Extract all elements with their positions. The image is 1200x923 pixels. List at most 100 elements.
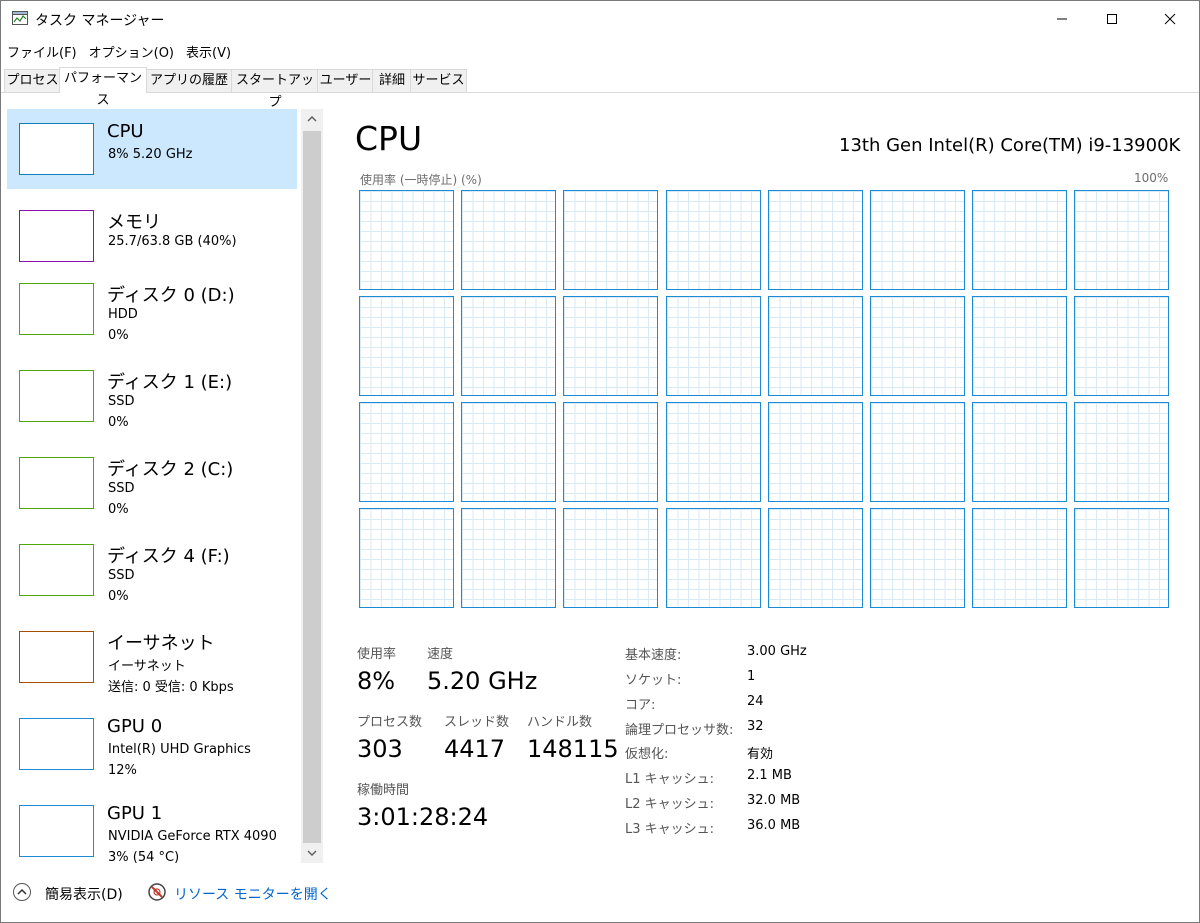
sidebar-item-detail: SSD [108,394,135,409]
minimize-button[interactable] [1039,1,1085,37]
maximize-icon [1107,14,1117,24]
sidebar-item-ethernet[interactable]: イーサネット イーサネット 送信: 0 受信: 0 Kbps [7,617,297,697]
sidebar-item-title: ディスク 4 (F:) [107,546,230,567]
sidebar-item-gpu-1[interactable]: GPU 1 NVIDIA GeForce RTX 4090 3% (54 °C) [7,791,297,871]
logical-processor-graphs[interactable] [359,190,1170,608]
info-key: 仮想化: [625,747,669,762]
logical-processor-graph [665,508,761,608]
sidebar-item-detail: NVIDIA GeForce RTX 4090 [108,829,277,844]
logical-processor-graph [767,190,863,290]
processes-value: 303 [357,735,403,763]
logical-processor-graph [972,402,1068,502]
menu-options[interactable]: オプション(O) [83,39,180,61]
graph-label: 使用率 (一時停止) (%) [360,173,482,187]
disk-thumbnail-graph [19,544,94,596]
sidebar-scrollbar[interactable] [301,109,323,863]
fewer-details-icon[interactable] [12,882,32,902]
window-title: タスク マネージャー [35,13,165,29]
sidebar-item-gpu-0[interactable]: GPU 0 Intel(R) UHD Graphics 12% [7,704,297,784]
disk-thumbnail-graph [19,370,94,422]
sidebar-item-detail: SSD [108,568,135,583]
tab-users[interactable]: ユーザー [317,69,374,92]
logical-processor-graph [1074,296,1170,396]
cpu-thumbnail-graph [19,123,94,175]
sidebar-item-usage: 0% [108,502,129,517]
logical-processor-graph [359,190,454,290]
logical-processor-graph [359,296,454,396]
resource-monitor-icon [148,883,166,901]
info-value: 32.0 MB [747,793,801,808]
sidebar-item-title: CPU [107,121,144,142]
gpu-thumbnail-graph [19,718,94,770]
logical-processor-graph [665,190,761,290]
logical-processor-graph [665,296,761,396]
logical-processor-graph [870,402,965,502]
logical-processor-graph [563,508,659,608]
menu-file[interactable]: ファイル(F) [1,39,83,61]
logical-processor-graph [870,190,965,290]
threads-value: 4417 [444,735,506,763]
sidebar-item-cpu[interactable]: CPU 8% 5.20 GHz [7,109,297,189]
tab-bar: プロセス パフォーマンス アプリの履歴 スタートアップ ユーザー 詳細 サービス [1,67,1199,110]
sidebar-item-usage: 0% [108,328,129,343]
sidebar-item-detail: SSD [108,481,135,496]
minimize-icon [1057,18,1067,20]
open-resource-monitor-link[interactable]: リソース モニターを開く [174,884,332,904]
info-key: 基本速度: [625,648,682,663]
maximize-button[interactable] [1089,1,1135,37]
sidebar-item-usage: 送信: 0 受信: 0 Kbps [108,680,234,695]
sidebar-item-detail: HDD [108,307,138,322]
logical-processor-graph [767,402,863,502]
tab-startup[interactable]: スタートアップ [231,69,319,110]
info-value: 2.1 MB [747,768,792,783]
tab-performance[interactable]: パフォーマンス [59,67,147,108]
logical-processor-graph [972,508,1068,608]
speed-label: 速度 [427,647,454,662]
menu-view[interactable]: 表示(V) [180,39,237,61]
logical-processor-graph [972,190,1068,290]
task-manager-app-icon [12,11,28,25]
scroll-down-button[interactable] [301,843,323,863]
close-button[interactable] [1147,1,1193,37]
info-key: ソケット: [625,673,682,688]
tab-details[interactable]: 詳細 [372,69,412,92]
logical-processor-graph [1074,402,1170,502]
title-bar[interactable]: タスク マネージャー [1,1,1199,37]
sidebar-item-detail: イーサネット [108,659,186,674]
sidebar-item-disk-0[interactable]: ディスク 0 (D:) HDD 0% [7,269,297,349]
logical-processor-graph [461,508,557,608]
logical-processor-graph [665,402,761,502]
logical-processor-graph [1074,508,1170,608]
sidebar-item-disk-4[interactable]: ディスク 4 (F:) SSD 0% [7,530,297,610]
logical-processor-graph [563,402,659,502]
sidebar-item-disk-2[interactable]: ディスク 2 (C:) SSD 0% [7,443,297,523]
sidebar-item-detail: 8% 5.20 GHz [108,147,193,162]
info-key: コア: [625,698,656,713]
info-value: 36.0 MB [747,818,801,833]
tab-app-history[interactable]: アプリの履歴 [145,69,233,92]
close-icon [1164,13,1176,25]
uptime-value: 3:01:28:24 [357,803,489,831]
disk-thumbnail-graph [19,283,94,335]
sidebar-item-disk-1[interactable]: ディスク 1 (E:) SSD 0% [7,356,297,436]
info-key: L2 キャッシュ: [625,797,715,812]
tab-services[interactable]: サービス [410,69,467,92]
logical-processor-graph [767,508,863,608]
logical-processor-graph [870,508,965,608]
fewer-details-button[interactable]: 簡易表示(D) [45,884,123,904]
info-value: 1 [747,669,756,684]
scroll-up-button[interactable] [301,109,323,129]
logical-processor-graph [767,296,863,396]
threads-label: スレッド数 [444,715,510,730]
sidebar-item-usage: 12% [108,763,137,778]
info-key: L1 キャッシュ: [625,772,715,787]
logical-processor-graph [461,402,557,502]
processes-label: プロセス数 [357,715,423,730]
sidebar-item-title: GPU 1 [107,803,163,824]
speed-value: 5.20 GHz [427,667,538,695]
resource-sidebar: CPU 8% 5.20 GHz メモリ 25.7/63.8 GB (40%) デ… [7,107,299,867]
tab-processes[interactable]: プロセス [4,69,61,92]
sidebar-item-memory[interactable]: メモリ 25.7/63.8 GB (40%) [7,196,297,276]
scroll-thumb[interactable] [303,131,321,843]
info-value: 有効 [747,747,774,762]
